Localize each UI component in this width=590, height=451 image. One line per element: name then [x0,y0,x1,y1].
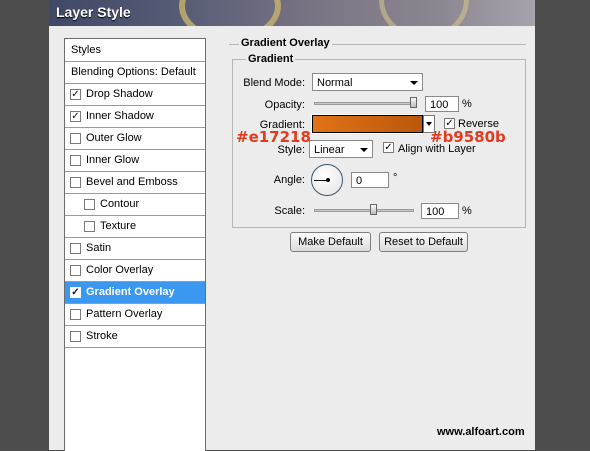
blending-options-label: Blending Options: Default [71,66,196,78]
angle-input[interactable]: 0 [351,172,389,188]
style-checkbox[interactable] [70,309,81,320]
style-item-label: Bevel and Emboss [86,176,178,188]
style-item-bevel-and-emboss[interactable]: Bevel and Emboss [65,172,205,194]
opacity-input[interactable]: 100 [425,96,459,112]
scale-slider-track[interactable] [314,209,414,212]
gradient-preview[interactable] [311,114,424,134]
style-checkbox[interactable] [70,155,81,166]
style-item-label: Outer Glow [86,132,142,144]
blend-mode-value: Normal [317,77,353,89]
watermark: www.alfoart.com [437,426,525,438]
blending-options-item[interactable]: Blending Options: Default [65,62,205,84]
titlebar-decoration [179,0,281,26]
layer-style-dialog: Styles Blending Options: Default ✓ Drop S… [49,26,535,451]
style-item-satin[interactable]: Satin [65,238,205,260]
opacity-slider-track[interactable] [314,102,414,105]
style-item-inner-glow[interactable]: Inner Glow [65,150,205,172]
style-item-label: Stroke [86,330,118,342]
style-item-label: Inner Shadow [86,110,154,122]
gradient-end-color-annotation: #b9580b [430,128,506,146]
chevron-down-icon [426,122,432,126]
style-value: Linear [314,144,345,156]
window-title: Layer Style [56,4,131,20]
style-item-label: Satin [86,242,112,254]
angle-center-dot [326,178,330,182]
style-item-label: Drop Shadow [86,88,153,100]
style-select[interactable]: Linear [309,140,373,158]
style-checkbox[interactable] [84,221,95,232]
section-title: Gradient Overlay [239,37,332,49]
styles-header[interactable]: Styles [65,39,205,62]
background-left [0,0,49,450]
style-item-label: Contour [100,198,140,210]
scale-label: Scale: [274,205,305,217]
scale-slider-thumb[interactable] [370,204,377,215]
style-item-inner-shadow[interactable]: ✓ Inner Shadow [65,106,205,128]
style-item-label: Color Overlay [86,264,154,276]
style-item-stroke[interactable]: Stroke [65,326,205,348]
angle-dial[interactable] [311,164,343,196]
angle-label: Angle: [273,174,305,186]
make-default-button[interactable]: Make Default [290,232,371,252]
title-bar[interactable]: Layer Style [49,0,535,26]
opacity-slider-thumb[interactable] [410,97,417,108]
style-item-label: Gradient Overlay [86,286,175,298]
group-title: Gradient [246,53,296,65]
style-item-contour[interactable]: Contour [65,194,205,216]
blend-mode-label: Blend Mode: [243,77,305,89]
style-item-drop-shadow[interactable]: ✓ Drop Shadow [65,84,205,106]
style-item-color-overlay[interactable]: Color Overlay [65,260,205,282]
style-checkbox[interactable] [70,265,81,276]
style-item-gradient-overlay[interactable]: ✓ Gradient Overlay [65,282,205,304]
chevron-down-icon [360,148,368,152]
style-checkbox[interactable] [70,177,81,188]
blend-mode-select[interactable]: Normal [312,73,423,91]
style-checkbox[interactable]: ✓ [70,287,81,298]
opacity-label: Opacity: [264,99,305,111]
reset-to-default-button[interactable]: Reset to Default [379,232,468,252]
style-item-pattern-overlay[interactable]: Pattern Overlay [65,304,205,326]
style-item-label: Pattern Overlay [86,308,163,320]
background-right [535,0,590,450]
style-item-outer-glow[interactable]: Outer Glow [65,128,205,150]
style-item-label: Texture [100,220,137,232]
titlebar-decoration [379,0,469,26]
style-checkbox[interactable] [84,199,95,210]
style-checkbox[interactable]: ✓ [70,111,81,122]
style-item-texture[interactable]: Texture [65,216,205,238]
opacity-unit: % [462,98,472,110]
gradient-start-color-annotation: #e17218 [236,128,311,146]
style-checkbox[interactable] [70,133,81,144]
scale-unit: % [462,205,472,217]
styles-list: Styles Blending Options: Default ✓ Drop S… [64,38,206,451]
chevron-down-icon [410,81,418,85]
style-item-label: Inner Glow [86,154,140,166]
style-checkbox[interactable] [70,331,81,342]
angle-unit: ° [393,172,398,184]
style-checkbox[interactable] [70,243,81,254]
style-checkbox[interactable]: ✓ [70,89,81,100]
align-with-layer-checkbox[interactable]: ✓ [383,142,394,153]
scale-input[interactable]: 100 [421,203,459,219]
